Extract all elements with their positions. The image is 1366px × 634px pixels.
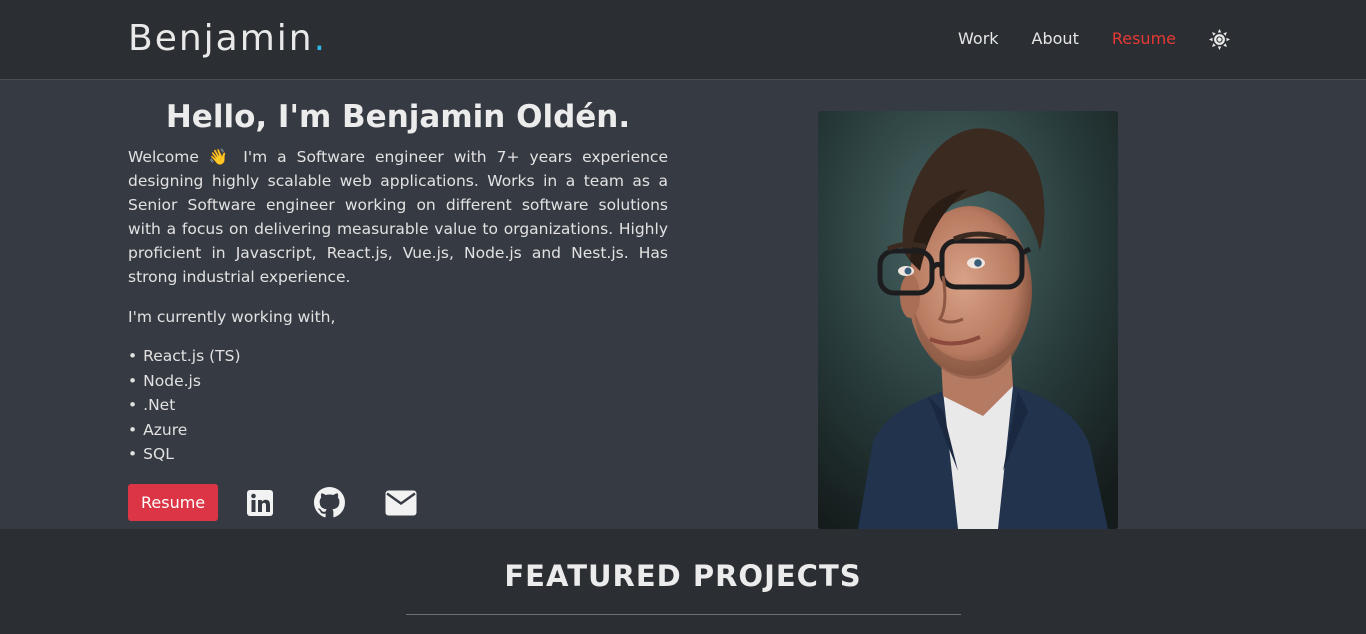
brand-logo[interactable]: Benjamin.	[128, 18, 327, 59]
linkedin-icon	[247, 489, 274, 516]
nav-link-about[interactable]: About	[1032, 24, 1079, 54]
resume-button[interactable]: Resume	[128, 484, 219, 521]
featured-projects-section: FEATURED PROJECTS	[0, 529, 1366, 634]
hero-intro: Welcome 👋 I'm a Software engineer with 7…	[128, 148, 668, 286]
skill-item: .Net	[128, 393, 241, 418]
brand-name: Benjamin	[128, 18, 314, 59]
email-link[interactable]	[385, 490, 417, 516]
skills-list: React.js (TS) Node.js .Net Azure SQL	[128, 344, 241, 467]
hero-section: Hello, I'm Benjamin Oldén. Welcome 👋 I'm…	[0, 81, 1366, 529]
skill-item: Azure	[128, 418, 241, 443]
hero-actions: Resume	[128, 484, 457, 521]
skill-item: SQL	[128, 442, 241, 467]
brand-dot: .	[313, 18, 328, 59]
github-link[interactable]	[314, 487, 346, 518]
profile-photo	[818, 111, 1118, 529]
theme-toggle-button[interactable]	[1208, 28, 1230, 50]
nav-link-resume[interactable]: Resume	[1112, 24, 1176, 54]
sun-icon	[1208, 28, 1230, 50]
social-links	[246, 487, 457, 518]
working-with-label: I'm currently working with,	[128, 308, 336, 326]
github-icon	[314, 487, 346, 518]
skill-item: React.js (TS)	[128, 344, 240, 369]
skill-item: Node.js	[128, 369, 241, 394]
featured-projects-title: FEATURED PROJECTS	[504, 559, 862, 593]
hero-heading: Hello, I'm Benjamin Oldén.	[165, 99, 631, 135]
nav-link-work[interactable]: Work	[958, 24, 999, 54]
site-header: Benjamin. Work About Resume	[0, 0, 1366, 80]
main-nav: Work About Resume	[925, 24, 1230, 54]
envelope-icon	[385, 490, 417, 515]
linkedin-link[interactable]	[246, 489, 274, 517]
section-divider	[406, 614, 961, 615]
